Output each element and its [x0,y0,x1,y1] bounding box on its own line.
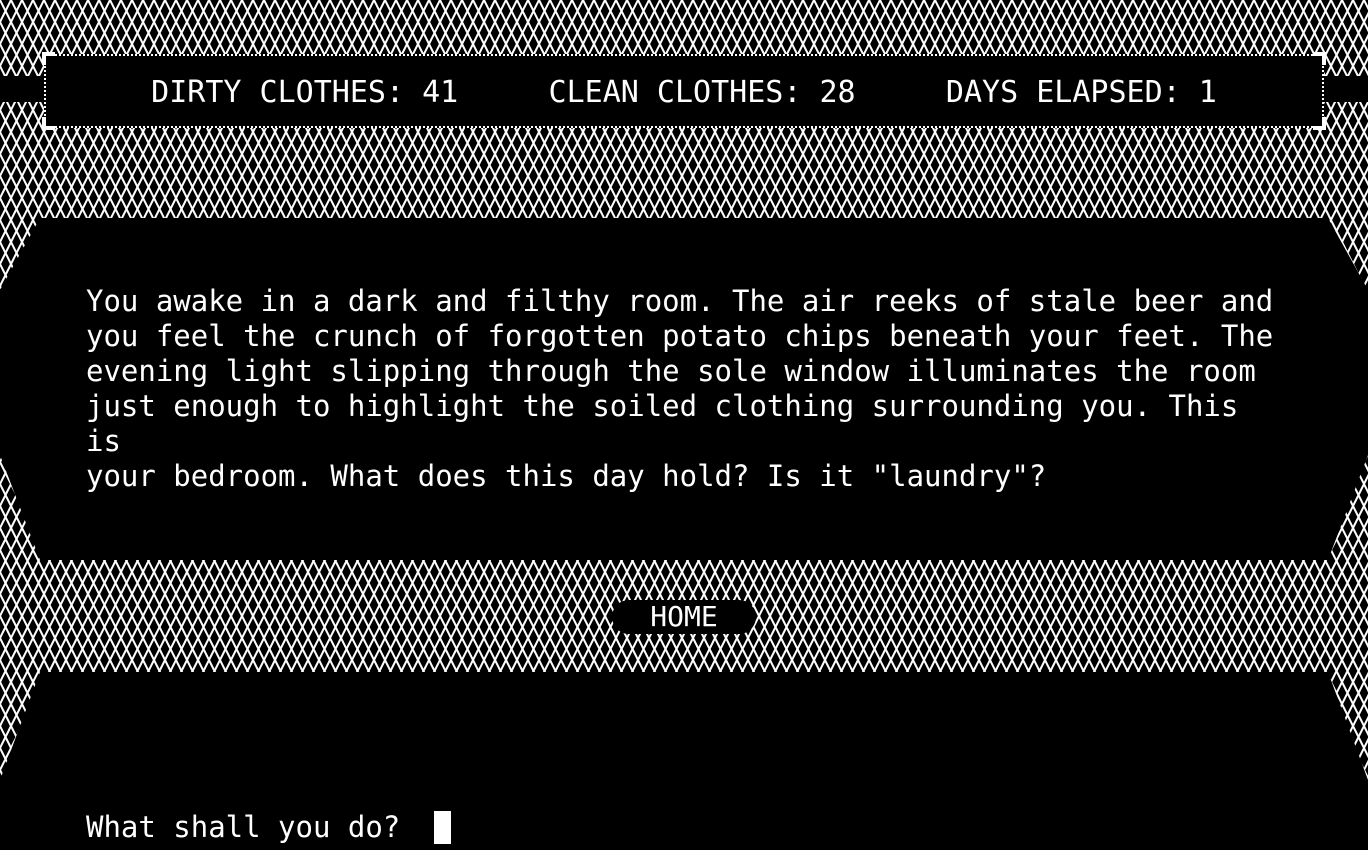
frame-corner-bottom-right [1313,117,1326,130]
story-text: You awake in a dark and filthy room. The… [86,284,1286,494]
clean-clothes-label: CLEAN CLOTHES: [548,75,802,110]
text-cursor [434,810,452,844]
dirty-clothes-label: DIRTY CLOTHES: [151,75,405,110]
story-line: you feel the crunch of forgotten potato … [86,319,1274,353]
frame-corner-top-right [1313,52,1326,65]
frame-corner-top-left [42,52,55,65]
dirty-clothes-count: 41 [422,75,459,110]
story-line: just enough to highlight the soiled clot… [86,389,1256,458]
location-label: HOME [612,600,756,634]
story-line: You awake in a dark and filthy room. The… [86,284,1274,318]
command-prompt[interactable]: What shall you do? [86,808,452,846]
clean-clothes-count: 28 [819,75,856,110]
days-elapsed-count: 1 [1198,75,1217,110]
stats-panel: DIRTY CLOTHES: 41 CLEAN CLOTHES: 28 DAYS… [42,52,1326,130]
stats-row: DIRTY CLOTHES: 41 CLEAN CLOTHES: 28 DAYS… [46,76,1322,110]
story-line: your bedroom. What does this day hold? I… [86,459,1047,493]
story-line: evening light slipping through the sole … [86,354,1256,388]
days-elapsed-label: DAYS ELAPSED: [945,75,1181,110]
frame-corner-bottom-left [42,117,55,130]
prompt-label: What shall you do? [86,810,401,844]
